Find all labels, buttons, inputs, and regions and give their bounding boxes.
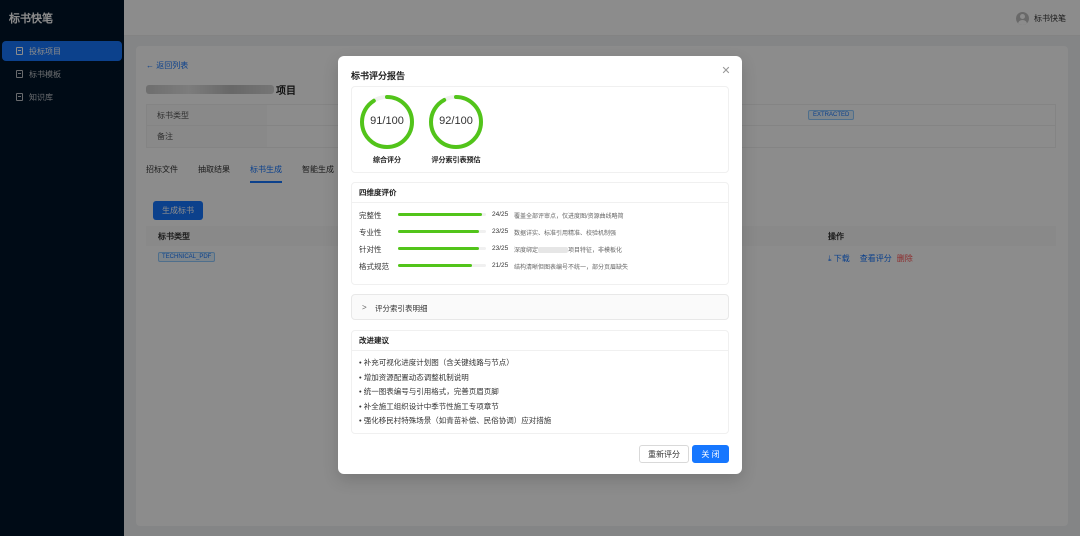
- dimension-row: 针对性 23/25 深度绑定 项目特征，非模板化: [352, 240, 728, 257]
- dimension-comment: 结构清晰但图表编号不统一，部分页眉缺失: [514, 265, 629, 271]
- close-icon[interactable]: ✕: [720, 65, 732, 77]
- score-index-collapse[interactable]: > 评分索引表明细: [351, 294, 729, 320]
- modal-title: 标书评分报告: [351, 71, 406, 81]
- dimension-score: 21/25: [492, 262, 509, 269]
- overall-score-value: 91/100: [370, 115, 404, 127]
- redacted-text: [538, 247, 569, 254]
- overall-score-gauge: 91/100 综合评分: [358, 93, 416, 165]
- score-report-modal: 标书评分报告 ✕ 91/100 综合评分 92/100 评分索引表预估 四维度评…: [338, 56, 742, 474]
- dimension-list: 完整性 24/25 覆盖全部评审点，仅进度图/资源曲线略简 专业性 23/25 …: [352, 203, 728, 274]
- chevron-right-icon: >: [362, 303, 367, 312]
- list-item: • 增加资源配置动态调整机制说明: [359, 372, 469, 382]
- dimension-name: 专业性: [359, 228, 382, 237]
- list-item: • 统一图表编号与引用格式，完善页眉页脚: [359, 387, 499, 396]
- dimension-score: 24/25: [492, 211, 509, 218]
- dimension-comment: 覆盖全部评审点，仅进度图/资源曲线略简: [514, 214, 624, 220]
- comment-suffix: 项目特征，非模板化: [568, 248, 623, 254]
- dimension-evaluation: 四维度评价 完整性 24/25 覆盖全部评审点，仅进度图/资源曲线略简 专业性 …: [351, 182, 729, 285]
- dimension-title: 四维度评价: [352, 183, 728, 203]
- suggestion-list: • 补充可视化进度计划图（含关键线路与节点） • 增加资源配置动态调整机制说明 …: [352, 351, 728, 429]
- collapse-label: 评分索引表明细: [375, 304, 428, 313]
- dimension-name: 针对性: [359, 245, 382, 254]
- dimension-bar: [398, 247, 486, 250]
- dimension-row: 完整性 24/25 覆盖全部评审点，仅进度图/资源曲线略简: [352, 206, 728, 223]
- dimension-row: 格式规范 21/25 结构清晰但图表编号不统一，部分页眉缺失: [352, 257, 728, 274]
- overall-score-label: 综合评分: [373, 157, 401, 164]
- list-item: • 补充可视化进度计划图（含关键线路与节点）: [359, 358, 514, 367]
- suggest-title: 改进建议: [352, 331, 728, 351]
- list-item: • 补全施工组织设计中季节性施工专项章节: [359, 401, 499, 411]
- dimension-score: 23/25: [492, 228, 509, 235]
- dimension-bar: [398, 213, 486, 216]
- dimension-bar: [398, 264, 486, 267]
- dimension-bar-fill: [398, 213, 483, 216]
- improvement-suggestions: 改进建议 • 补充可视化进度计划图（含关键线路与节点） • 增加资源配置动态调整…: [351, 330, 729, 434]
- score-summary: 91/100 综合评分 92/100 评分索引表预估: [351, 86, 729, 173]
- rescore-button[interactable]: 重新评分: [639, 445, 689, 463]
- dimension-bar-fill: [398, 264, 472, 267]
- dimension-score: 23/25: [492, 245, 509, 252]
- close-button[interactable]: 关 闭: [692, 445, 729, 463]
- dimension-name: 格式规范: [359, 262, 389, 271]
- dimension-name: 完整性: [359, 211, 382, 220]
- dimension-row: 专业性 23/25 数据详实、标准引用精准、校验机制强: [352, 223, 728, 240]
- index-score-gauge: 92/100 评分索引表预估: [427, 93, 485, 165]
- dimension-bar-fill: [398, 230, 479, 233]
- index-score-value: 92/100: [439, 115, 473, 127]
- comment-prefix: 深度绑定: [514, 248, 539, 254]
- dimension-comment: 深度绑定 项目特征，非模板化: [514, 245, 622, 254]
- dimension-comment: 数据详实、标准引用精准、校验机制强: [514, 231, 617, 237]
- list-item: • 强化移民村特殊场景（如青苗补偿、民俗协调）应对措施: [359, 416, 552, 425]
- index-score-label: 评分索引表预估: [431, 157, 481, 164]
- dimension-bar-fill: [398, 247, 479, 250]
- dimension-bar: [398, 230, 486, 233]
